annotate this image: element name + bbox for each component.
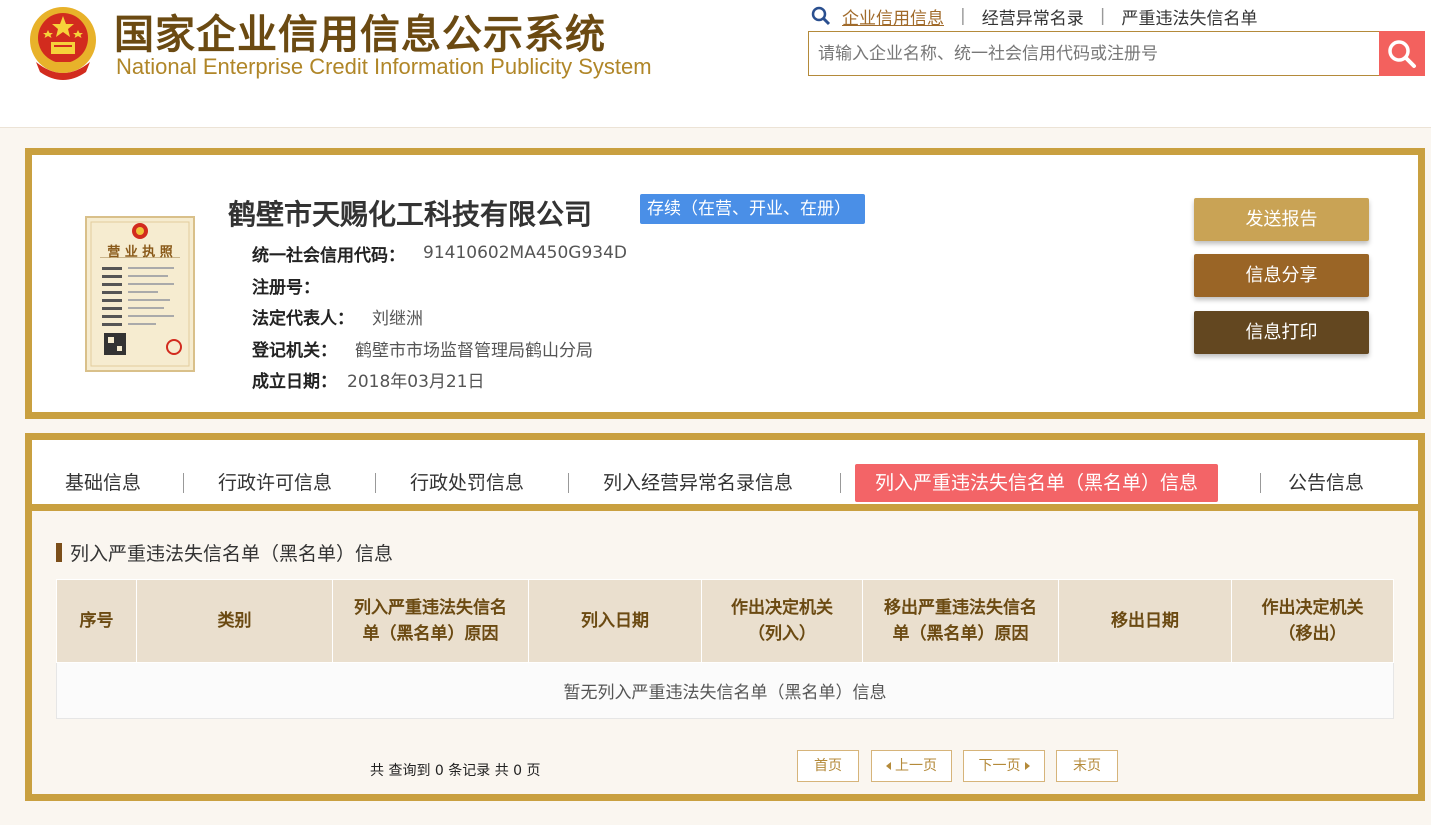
section-title-bar	[56, 542, 62, 562]
info-row-legal-rep: 法定代表人： 刘继洲	[252, 303, 423, 329]
status-badge: 存续（在营、开业、在册）	[640, 194, 865, 224]
tab-separator	[1260, 473, 1261, 493]
share-info-button[interactable]: 信息分享	[1194, 254, 1369, 297]
detail-panel: 基础信息 行政许可信息 行政处罚信息 列入经营异常名录信息 列入严重违法失信名单…	[25, 433, 1425, 801]
tab-blacklist[interactable]: 列入严重违法失信名单（黑名单）信息	[855, 464, 1219, 502]
section-title-text: 列入严重违法失信名单（黑名单）信息	[70, 542, 394, 565]
chevron-right-icon	[1024, 762, 1030, 770]
tab-separator	[840, 473, 841, 493]
table-header-row: 序号 类别 列入严重违法失信名 单（黑名单）原因 列入日期 作出决定机关 （列入） …	[56, 579, 1394, 663]
company-summary-panel: 营 业 执 照 鹤壁市天赐化工科技有限公司 存续（在营、开业、在册） 统一社会信…	[25, 148, 1425, 419]
col-header-list-reason: 列入严重违法失信名 单（黑名单）原因	[332, 579, 529, 663]
founded-label: 成立日期：	[252, 371, 337, 392]
authority-value: 鹤壁市市场监督管理局鹤山分局	[355, 340, 593, 361]
license-icon	[85, 216, 195, 372]
nav-separator: |	[1099, 6, 1106, 26]
info-row-authority: 登记机关： 鹤壁市市场监督管理局鹤山分局	[252, 335, 593, 361]
col-header-remove-authority: 作出决定机关 （移出）	[1231, 579, 1394, 663]
search-icon	[1388, 39, 1416, 68]
info-row-credit-code: 统一社会信用代码： 91410602MA450G934D	[252, 240, 627, 266]
search-button[interactable]	[1379, 31, 1425, 76]
nav-link-blacklist[interactable]: 严重违法失信名单	[1121, 4, 1257, 29]
reg-no-label: 注册号：	[252, 277, 320, 298]
authority-label: 登记机关：	[252, 340, 337, 361]
tab-abnormal-list[interactable]: 列入经营异常名录信息	[603, 464, 793, 502]
site-title-cn: 国家企业信用信息公示系统	[114, 12, 606, 58]
nav-link-enterprise-credit[interactable]: 企业信用信息	[842, 4, 944, 29]
first-page-button[interactable]: 首页	[797, 750, 859, 782]
col-header-category: 类别	[136, 579, 333, 663]
legal-rep-value: 刘继洲	[372, 308, 423, 329]
tab-admin-penalty[interactable]: 行政处罚信息	[410, 464, 524, 502]
prev-page-button[interactable]: 上一页	[871, 750, 952, 782]
info-row-reg-no: 注册号：	[252, 272, 338, 298]
prev-page-label: 上一页	[895, 758, 937, 774]
company-name: 鹤壁市天赐化工科技有限公司	[228, 198, 593, 231]
empty-message: 暂无列入严重违法失信名单（黑名单）信息	[56, 662, 1394, 719]
tab-separator	[183, 473, 184, 493]
tab-bar: 基础信息 行政许可信息 行政处罚信息 列入经营异常名录信息 列入严重违法失信名单…	[32, 440, 1418, 511]
next-page-button[interactable]: 下一页	[963, 750, 1045, 782]
founded-value: 2018年03月21日	[347, 371, 485, 392]
tab-basic-info[interactable]: 基础信息	[65, 464, 141, 502]
top-nav: 企业信用信息 | 经营异常名录 | 严重违法失信名单	[810, 4, 1257, 29]
pagination-summary: 共 查询到 0 条记录 共 0 页	[370, 763, 541, 779]
credit-code-value: 91410602MA450G934D	[423, 243, 627, 263]
search-box	[808, 31, 1425, 76]
site-header: 国家企业信用信息公示系统 National Enterprise Credit …	[0, 0, 1431, 128]
chevron-left-icon	[886, 762, 891, 770]
national-emblem-icon	[30, 7, 96, 80]
col-header-index: 序号	[56, 579, 137, 663]
col-header-remove-date: 移出日期	[1058, 579, 1232, 663]
tab-admin-license[interactable]: 行政许可信息	[218, 464, 332, 502]
blacklist-content: 列入严重违法失信名单（黑名单）信息 序号 类别 列入严重违法失信名 单（黑名单）原…	[32, 511, 1418, 794]
next-page-label: 下一页	[978, 758, 1021, 774]
col-header-remove-reason: 移出严重违法失信名 单（黑名单）原因	[862, 579, 1059, 663]
blacklist-table: 序号 类别 列入严重违法失信名 单（黑名单）原因 列入日期 作出决定机关 （列入） …	[56, 579, 1394, 719]
last-page-button[interactable]: 末页	[1056, 750, 1118, 782]
send-report-button[interactable]: 发送报告	[1194, 198, 1369, 241]
search-input[interactable]	[809, 32, 1379, 75]
table-row: 暂无列入严重违法失信名单（黑名单）信息	[56, 662, 1394, 719]
credit-code-label: 统一社会信用代码：	[252, 245, 405, 266]
license-title: 营 业 执 照	[107, 245, 173, 260]
tab-announcements[interactable]: 公告信息	[1288, 464, 1364, 502]
col-header-list-authority: 作出决定机关 （列入）	[701, 579, 863, 663]
legal-rep-label: 法定代表人：	[252, 308, 354, 329]
site-title-en: National Enterprise Credit Information P…	[116, 54, 652, 79]
nav-link-abnormal-list[interactable]: 经营异常名录	[982, 4, 1084, 29]
nav-separator: |	[960, 6, 966, 26]
magnifier-icon	[811, 6, 831, 26]
info-row-founded: 成立日期： 2018年03月21日	[252, 366, 485, 392]
business-license-image: 营 业 执 照	[84, 215, 196, 373]
tab-separator	[375, 473, 376, 493]
print-info-button[interactable]: 信息打印	[1194, 311, 1369, 354]
col-header-list-date: 列入日期	[528, 579, 702, 663]
tab-separator	[568, 473, 569, 493]
section-title: 列入严重违法失信名单（黑名单）信息	[56, 541, 394, 565]
